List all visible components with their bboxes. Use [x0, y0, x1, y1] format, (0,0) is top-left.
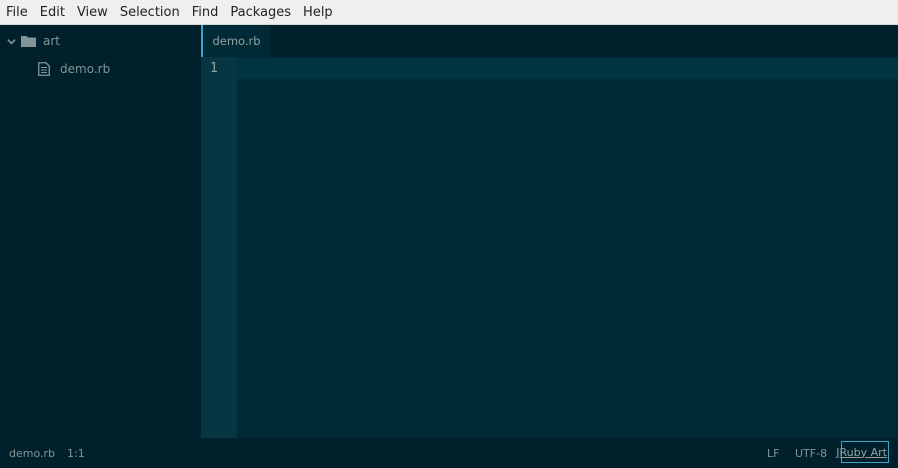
tree-root-label: art: [43, 34, 60, 48]
status-file-name[interactable]: demo.rb: [9, 447, 55, 460]
editor-pane[interactable]: 1: [201, 57, 898, 438]
status-line-ending[interactable]: LF: [767, 447, 779, 460]
tab-bar: demo.rb: [201, 25, 898, 57]
chevron-down-icon[interactable]: [7, 37, 16, 46]
menu-selection[interactable]: Selection: [114, 0, 186, 25]
tree-view: art demo.rb: [0, 25, 201, 438]
file-text-icon: [38, 62, 50, 76]
menu-help[interactable]: Help: [297, 0, 339, 25]
menu-view[interactable]: View: [71, 0, 114, 25]
menu-bar: File Edit View Selection Find Packages H…: [0, 0, 898, 25]
menu-edit[interactable]: Edit: [34, 0, 71, 25]
menu-packages[interactable]: Packages: [224, 0, 297, 25]
status-encoding[interactable]: UTF-8: [795, 447, 827, 460]
tab-label: demo.rb: [212, 34, 261, 48]
menu-find[interactable]: Find: [186, 0, 225, 25]
tree-file-label: demo.rb: [60, 62, 111, 76]
folder-icon: [21, 36, 36, 47]
menu-file[interactable]: File: [0, 0, 34, 25]
tree-root-folder[interactable]: art: [0, 27, 201, 55]
line-number-gutter: 1: [201, 57, 237, 438]
tab-demo-rb[interactable]: demo.rb: [201, 25, 270, 57]
cursor-line[interactable]: [237, 58, 898, 79]
status-grammar[interactable]: JRuby Art: [836, 441, 889, 463]
line-number: 1: [210, 61, 218, 76]
tree-file-item[interactable]: demo.rb: [0, 55, 201, 83]
status-cursor-position[interactable]: 1:1: [67, 447, 85, 460]
status-bar: demo.rb 1:1 LF UTF-8 JRuby Art: [0, 438, 898, 468]
